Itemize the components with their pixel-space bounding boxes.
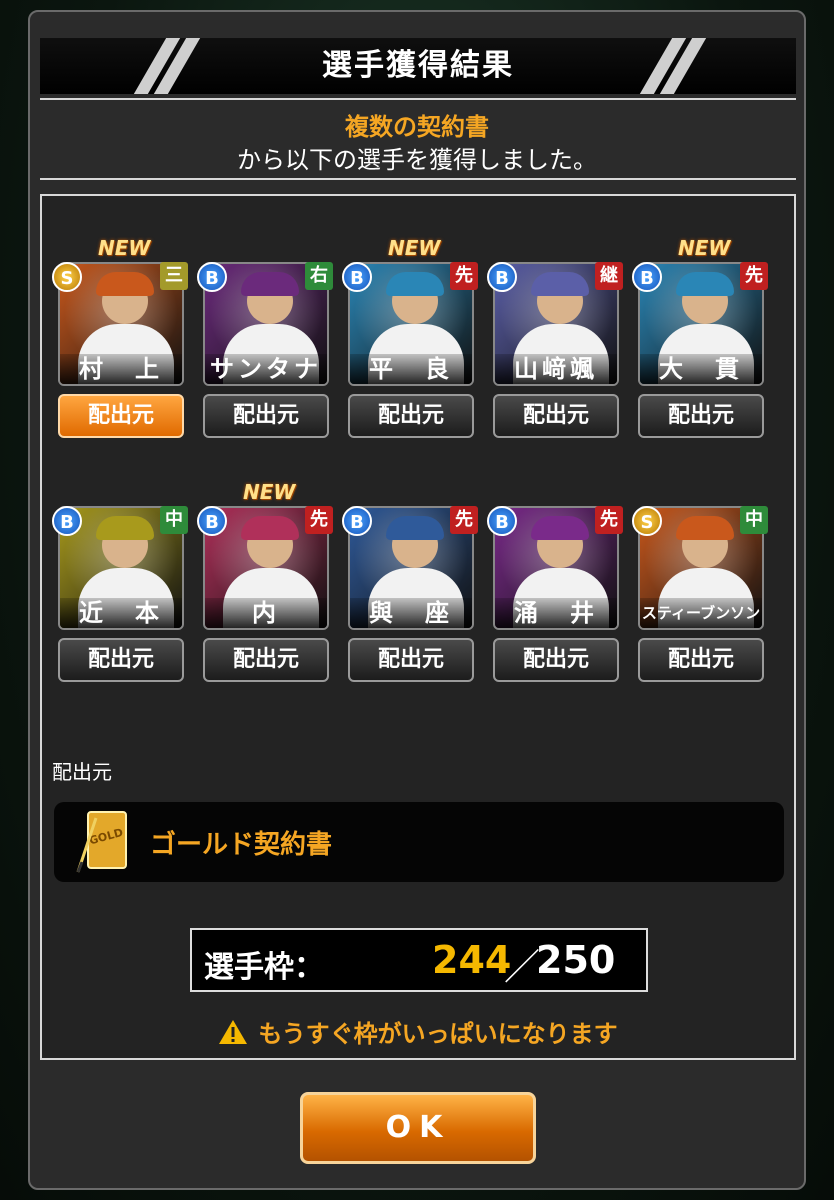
player-cap — [386, 516, 444, 540]
source-item-row: GOLD ゴールド契約書 — [54, 802, 784, 882]
player-name: サンタナ — [205, 354, 327, 384]
result-panel: 村 上 S 三 NEW 配出元 サンタナ B 右配出元平 良 B 先 NEW 配出元 山﨑颯 B 継配出元大… — [40, 194, 796, 1060]
source-item-name: ゴールド契約書 — [150, 830, 333, 860]
source-highlight: 複数の契約書 — [345, 113, 489, 141]
new-badge: NEW — [243, 480, 296, 504]
player-card: 内 B 先 NEW 配出元 — [197, 480, 333, 692]
rank-badge: B — [197, 506, 227, 536]
position-badge: 右 — [305, 262, 333, 290]
player-card: 近 本 B 中配出元 — [52, 480, 188, 692]
player-card: 涌 井 B 先配出元 — [487, 480, 623, 692]
rank-badge: B — [487, 506, 517, 536]
player-cap — [676, 272, 734, 296]
dialog-title: 選手獲得結果 — [322, 48, 514, 83]
divider — [40, 178, 796, 180]
player-name: 近 本 — [60, 598, 182, 628]
player-name: 村 上 — [60, 354, 182, 384]
player-name: 平 良 — [350, 354, 472, 384]
position-badge: 先 — [740, 262, 768, 290]
player-card: 村 上 S 三 NEW 配出元 — [52, 236, 188, 448]
position-badge: 三 — [160, 262, 188, 290]
player-card: 大 貫 B 先 NEW 配出元 — [632, 236, 768, 448]
gold-contract-icon: GOLD — [74, 808, 130, 876]
result-dialog: 選手獲得結果 複数の契約書 から以下の選手を獲得しました。 村 上 S 三 NEW 配出… — [28, 10, 806, 1190]
position-badge: 先 — [305, 506, 333, 534]
capacity-current: 244 — [432, 938, 512, 982]
source-button[interactable]: 配出元 — [493, 638, 619, 682]
new-badge: NEW — [678, 236, 731, 260]
source-button[interactable]: 配出元 — [348, 638, 474, 682]
player-name: 山﨑颯 — [495, 354, 617, 384]
source-button[interactable]: 配出元 — [348, 394, 474, 438]
position-badge: 中 — [740, 506, 768, 534]
source-button[interactable]: 配出元 — [638, 638, 764, 682]
source-button[interactable]: 配出元 — [58, 394, 184, 438]
source-button[interactable]: 配出元 — [493, 394, 619, 438]
position-badge: 中 — [160, 506, 188, 534]
player-cap — [96, 272, 154, 296]
player-name: 與 座 — [350, 598, 472, 628]
position-badge: 先 — [595, 506, 623, 534]
player-card: 山﨑颯 B 継配出元 — [487, 236, 623, 448]
source-button[interactable]: 配出元 — [638, 394, 764, 438]
rank-badge: S — [632, 506, 662, 536]
divider — [40, 98, 796, 100]
result-message: から以下の選手を獲得しました。 — [237, 146, 597, 174]
capacity-max: 250 — [536, 938, 616, 982]
capacity-label: 選手枠： — [204, 950, 324, 985]
player-card: 與 座 B 先配出元 — [342, 480, 478, 692]
rank-badge: B — [342, 506, 372, 536]
player-name: 内 — [205, 598, 327, 628]
player-cap — [241, 272, 299, 296]
player-card: スティーブンソン S 中配出元 — [632, 480, 768, 692]
player-cap — [531, 272, 589, 296]
warning-text: もうすぐ枠がいっぱいになります — [258, 1020, 618, 1048]
player-name: スティーブンソン — [640, 598, 762, 628]
new-badge: NEW — [98, 236, 151, 260]
position-badge: 継 — [595, 262, 623, 290]
player-cap — [96, 516, 154, 540]
dialog-header: 選手獲得結果 — [40, 38, 796, 94]
position-badge: 先 — [450, 262, 478, 290]
capacity-separator: ／ — [504, 947, 541, 988]
player-cap — [676, 516, 734, 540]
rank-badge: B — [197, 262, 227, 292]
player-card: サンタナ B 右配出元 — [197, 236, 333, 448]
rank-badge: B — [52, 506, 82, 536]
rank-badge: S — [52, 262, 82, 292]
source-button[interactable]: 配出元 — [203, 394, 329, 438]
rank-badge: B — [487, 262, 517, 292]
capacity-warning: もうすぐ枠がいっぱいになります — [42, 1014, 794, 1051]
player-cap — [241, 516, 299, 540]
roster-capacity: 選手枠： 244 ／ 250 — [190, 928, 648, 992]
source-section-label: 配出元 — [52, 760, 112, 784]
player-name: 大 貫 — [640, 354, 762, 384]
rank-badge: B — [632, 262, 662, 292]
player-card: 平 良 B 先 NEW 配出元 — [342, 236, 478, 448]
source-button[interactable]: 配出元 — [203, 638, 329, 682]
rank-badge: B — [342, 262, 372, 292]
player-name: 涌 井 — [495, 598, 617, 628]
position-badge: 先 — [450, 506, 478, 534]
player-cap — [531, 516, 589, 540]
ok-button[interactable]: OK — [300, 1092, 536, 1164]
warning-icon — [218, 1019, 248, 1051]
new-badge: NEW — [388, 236, 441, 260]
player-cap — [386, 272, 444, 296]
source-button[interactable]: 配出元 — [58, 638, 184, 682]
